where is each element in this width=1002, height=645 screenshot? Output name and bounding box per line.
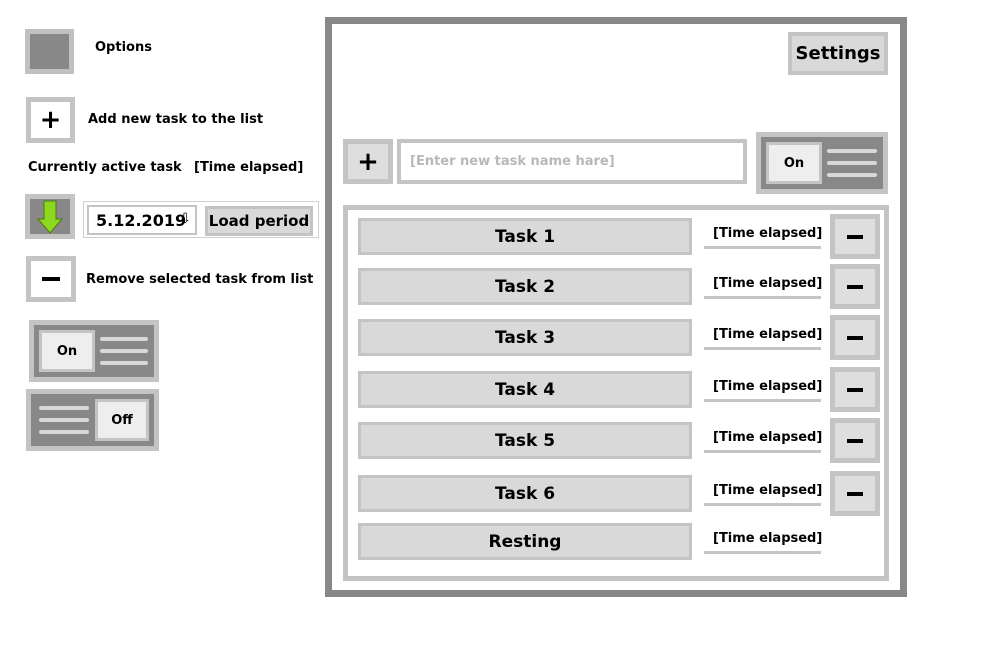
task-time-cell: [Time elapsed] bbox=[704, 482, 823, 506]
task-button[interactable]: Task 3 bbox=[358, 319, 692, 356]
active-task-time: [Time elapsed] bbox=[194, 160, 304, 175]
options-label: Options bbox=[95, 40, 152, 55]
options-swatch[interactable] bbox=[25, 29, 74, 74]
task-button[interactable]: Task 4 bbox=[358, 371, 692, 408]
main-toggle[interactable]: On bbox=[756, 132, 888, 194]
toggle-lines-icon bbox=[39, 394, 89, 446]
main-toggle-label: On bbox=[769, 145, 819, 181]
task-time: [Time elapsed] bbox=[713, 531, 823, 546]
toggle-off-label: Off bbox=[98, 402, 146, 438]
legend-remove-label: Remove selected task from list bbox=[86, 272, 314, 287]
task-time: [Time elapsed] bbox=[713, 226, 823, 241]
task-time: [Time elapsed] bbox=[713, 483, 823, 498]
load-period-button[interactable]: Load period bbox=[205, 206, 313, 236]
toggle-on-example[interactable]: On bbox=[29, 320, 159, 382]
task-name: Resting bbox=[361, 526, 689, 557]
task-name: Task 6 bbox=[361, 478, 689, 509]
task-time: [Time elapsed] bbox=[713, 327, 823, 342]
plus-icon: + bbox=[31, 102, 70, 138]
task-time-cell: [Time elapsed] bbox=[704, 225, 823, 249]
minus-icon bbox=[835, 269, 875, 304]
load-period-label: Load period bbox=[208, 209, 310, 233]
task-button[interactable]: Task 5 bbox=[358, 422, 692, 459]
task-button[interactable]: Task 2 bbox=[358, 268, 692, 305]
minus-icon bbox=[835, 219, 875, 254]
settings-button[interactable]: Settings bbox=[788, 32, 888, 75]
task-button[interactable]: Task 1 bbox=[358, 218, 692, 255]
remove-task-button[interactable] bbox=[830, 418, 880, 463]
plus-icon: + bbox=[348, 144, 388, 179]
active-task-label: Currently active task bbox=[28, 160, 182, 175]
task-time-cell: [Time elapsed] bbox=[704, 530, 823, 554]
task-button[interactable]: Task 6 bbox=[358, 475, 692, 512]
minus-icon bbox=[835, 372, 875, 407]
period-date: 5.12.2019 bbox=[96, 211, 187, 230]
task-button[interactable]: Resting bbox=[358, 523, 692, 560]
task-name: Task 5 bbox=[361, 425, 689, 456]
task-time-cell: [Time elapsed] bbox=[704, 429, 823, 453]
toggle-lines-icon bbox=[100, 325, 148, 377]
toggle-lines-icon bbox=[827, 137, 877, 189]
toggle-off-example[interactable]: Off bbox=[26, 389, 159, 451]
remove-task-button[interactable] bbox=[830, 214, 880, 259]
add-task-button[interactable]: + bbox=[343, 139, 393, 184]
legend-add-button[interactable]: + bbox=[26, 97, 75, 143]
task-name: Task 4 bbox=[361, 374, 689, 405]
task-time: [Time elapsed] bbox=[713, 276, 823, 291]
minus-icon bbox=[835, 476, 875, 511]
remove-task-button[interactable] bbox=[830, 264, 880, 309]
task-time: [Time elapsed] bbox=[713, 379, 823, 394]
options-icon bbox=[30, 34, 69, 69]
task-time-cell: [Time elapsed] bbox=[704, 275, 823, 299]
task-name: Task 2 bbox=[361, 271, 689, 302]
toggle-on-label: On bbox=[42, 333, 92, 369]
minus-icon bbox=[835, 320, 875, 355]
task-name: Task 1 bbox=[361, 221, 689, 252]
new-task-input[interactable] bbox=[397, 139, 747, 184]
remove-task-button[interactable] bbox=[830, 367, 880, 412]
task-time-cell: [Time elapsed] bbox=[704, 378, 823, 402]
remove-task-button[interactable] bbox=[830, 471, 880, 516]
settings-label: Settings bbox=[792, 36, 884, 71]
remove-task-button[interactable] bbox=[830, 315, 880, 360]
down-arrow-icon bbox=[37, 200, 63, 234]
active-task-indicator bbox=[25, 194, 75, 239]
period-date-field[interactable]: 5.12.2019 ⇩ bbox=[87, 205, 197, 235]
task-name: Task 3 bbox=[361, 322, 689, 353]
date-dropdown-icon[interactable]: ⇩ bbox=[179, 211, 191, 227]
minus-icon bbox=[31, 261, 71, 297]
minus-icon bbox=[835, 423, 875, 458]
task-time: [Time elapsed] bbox=[713, 430, 823, 445]
task-time-cell: [Time elapsed] bbox=[704, 326, 823, 350]
legend-add-label: Add new task to the list bbox=[88, 112, 264, 127]
legend-remove-button[interactable] bbox=[26, 256, 76, 302]
